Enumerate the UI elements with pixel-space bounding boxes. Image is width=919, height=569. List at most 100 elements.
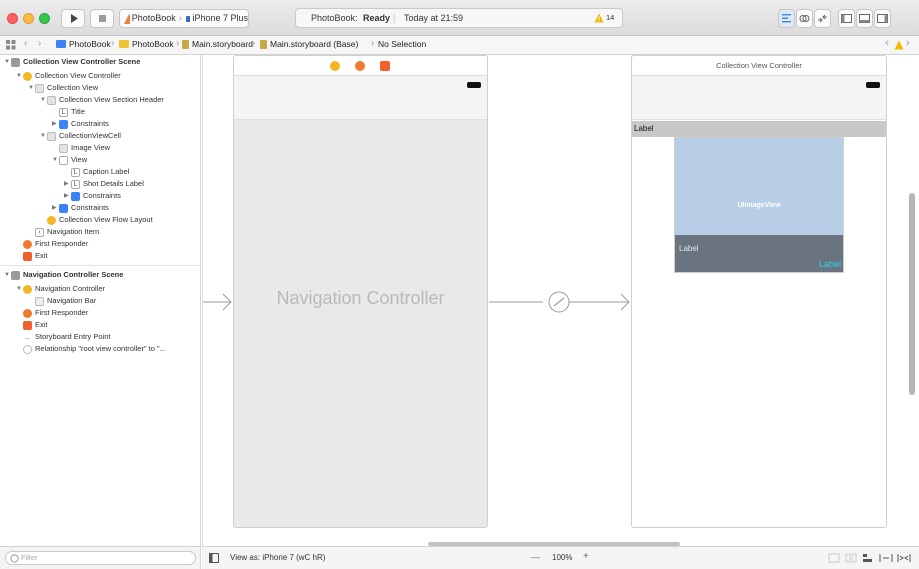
- outline-item[interactable]: Image View: [59, 142, 110, 154]
- standard-editor-button[interactable]: [778, 9, 795, 28]
- outline-item[interactable]: ‹ Navigation Item: [35, 226, 99, 238]
- update-frames-icon[interactable]: [828, 553, 840, 563]
- disclosure-triangle-icon[interactable]: ▼: [16, 283, 23, 295]
- toggle-debug-area-button[interactable]: [856, 9, 873, 28]
- outline-item[interactable]: Relationship "root view controller" to "…: [23, 343, 166, 355]
- navigation-item-icon: ‹: [35, 227, 44, 237]
- activity-viewer: PhotoBook: Ready | Today at 21:59 14: [295, 8, 623, 28]
- outline-item[interactable]: ▼ Navigation Controller: [16, 283, 105, 295]
- disclosure-triangle-icon[interactable]: ▼: [4, 56, 11, 68]
- section-header-label[interactable]: Label: [632, 121, 886, 137]
- version-editor-button[interactable]: [814, 9, 831, 28]
- breadcrumb-storyboard[interactable]: Main.storyboard: [182, 39, 253, 49]
- breadcrumb-group[interactable]: PhotoBook: [119, 39, 174, 49]
- storyboard-canvas[interactable]: Navigation Controller Collection View Co…: [202, 55, 919, 546]
- disclosure-triangle-icon[interactable]: ▼: [40, 130, 47, 142]
- run-button[interactable]: [61, 9, 85, 28]
- warning-indicator[interactable]: 14: [594, 12, 614, 23]
- entry-point-arrow[interactable]: [203, 291, 233, 313]
- activity-status: Ready: [363, 13, 391, 23]
- outline-item[interactable]: First Responder: [23, 238, 88, 250]
- disclosure-triangle-icon[interactable]: ▶: [64, 190, 71, 202]
- scheme-selector[interactable]: PhotoBook › iPhone 7 Plus: [119, 9, 249, 28]
- zoom-out-button[interactable]: —: [531, 552, 540, 562]
- assistant-editor-button[interactable]: [796, 9, 813, 28]
- outline-scene-navigation-controller[interactable]: ▼ Navigation Controller Scene: [4, 269, 123, 281]
- disclosure-triangle-icon[interactable]: ▶: [64, 178, 71, 190]
- scene-icon: [11, 57, 20, 67]
- outline-item[interactable]: L Title: [59, 106, 85, 118]
- section-header-icon: [47, 95, 56, 105]
- outline-item[interactable]: → Storyboard Entry Point: [23, 331, 110, 343]
- outline-item[interactable]: ▶ L Shot Details Label: [64, 178, 144, 190]
- outline-filter-field[interactable]: Filter: [5, 551, 196, 565]
- outline-item[interactable]: Navigation Bar: [35, 295, 96, 307]
- image-view[interactable]: UIImageView: [675, 138, 843, 235]
- disclosure-triangle-icon[interactable]: ▶: [52, 118, 59, 130]
- next-issue-icon[interactable]: ›: [906, 37, 910, 49]
- resolve-issues-icon[interactable]: [897, 553, 911, 563]
- disclosure-triangle-icon[interactable]: ▼: [40, 94, 47, 106]
- caption-overlay-view[interactable]: Label Label: [675, 235, 843, 272]
- outline-item[interactable]: First Responder: [23, 307, 88, 319]
- outline-item[interactable]: ▼ Collection View: [28, 82, 98, 94]
- related-items-grid-icon[interactable]: [6, 40, 16, 50]
- stop-button[interactable]: [90, 9, 114, 28]
- device-configuration-button[interactable]: View as: iPhone 7 (wC hR): [230, 553, 325, 562]
- outline-item[interactable]: ▼ CollectionViewCell: [40, 130, 121, 142]
- toggle-utilities-button[interactable]: [874, 9, 891, 28]
- breadcrumb-storyboard-base[interactable]: Main.storyboard (Base): [260, 39, 358, 49]
- navigation-bar[interactable]: [234, 76, 487, 120]
- canvas-vertical-scrollbar[interactable]: [909, 193, 915, 395]
- relationship-segue[interactable]: [489, 291, 631, 313]
- minimize-window-button[interactable]: [23, 13, 34, 24]
- view-controller-icon[interactable]: [330, 61, 340, 71]
- outline-item[interactable]: L Caption Label: [71, 166, 129, 178]
- activity-divider: |: [393, 13, 396, 23]
- disclosure-triangle-icon[interactable]: ▼: [16, 70, 23, 82]
- disclosure-triangle-icon[interactable]: ▶: [52, 202, 59, 214]
- outline-label: First Responder: [35, 239, 89, 248]
- close-window-button[interactable]: [7, 13, 18, 24]
- first-responder-icon[interactable]: [355, 61, 365, 71]
- disclosure-triangle-icon[interactable]: ▼: [28, 82, 35, 94]
- warning-count: 14: [606, 13, 615, 22]
- outline-item[interactable]: ▶ Constraints: [52, 118, 109, 130]
- outline-item[interactable]: ▼ View: [52, 154, 87, 166]
- navigation-bar[interactable]: [632, 76, 886, 120]
- warning-icon[interactable]: [894, 40, 904, 50]
- exit-icon[interactable]: [380, 61, 390, 71]
- navigation-controller-scene[interactable]: Navigation Controller: [233, 55, 488, 528]
- collection-view-controller-scene[interactable]: Collection View Controller Label UIImage…: [631, 55, 887, 528]
- embed-in-stack-icon[interactable]: [845, 553, 857, 563]
- outline-item[interactable]: Exit: [23, 319, 48, 331]
- zoom-window-button[interactable]: [39, 13, 50, 24]
- previous-issue-icon[interactable]: ‹: [885, 37, 889, 49]
- outline-item[interactable]: ▶ Constraints: [64, 190, 121, 202]
- breadcrumb-project[interactable]: PhotoBook: [56, 39, 111, 49]
- shot-details-label[interactable]: Label: [819, 259, 841, 269]
- breadcrumb-selection[interactable]: No Selection: [378, 39, 426, 49]
- toggle-outline-icon[interactable]: [209, 553, 219, 563]
- outline-item[interactable]: Exit: [23, 250, 48, 262]
- add-constraints-icon[interactable]: [879, 553, 893, 563]
- outline-item[interactable]: ▶ Constraints: [52, 202, 109, 214]
- storyboard-file-icon: [260, 39, 267, 49]
- align-left-icon: [782, 14, 791, 23]
- outline-item[interactable]: ▼ Collection View Controller: [16, 70, 121, 82]
- caption-label[interactable]: Label: [679, 244, 699, 253]
- disclosure-triangle-icon[interactable]: ▼: [4, 269, 11, 281]
- scene-title: Collection View Controller: [632, 56, 886, 76]
- zoom-in-button[interactable]: +: [583, 551, 589, 562]
- back-arrow-icon[interactable]: ‹: [24, 38, 27, 49]
- toggle-navigator-button[interactable]: [838, 9, 855, 28]
- outline-item[interactable]: Collection View Flow Layout: [47, 214, 153, 226]
- collection-view-cell[interactable]: UIImageView Label Label: [674, 137, 844, 273]
- disclosure-triangle-icon[interactable]: ▼: [52, 154, 59, 166]
- forward-arrow-icon[interactable]: ›: [38, 38, 41, 49]
- activity-app: PhotoBook:: [311, 13, 358, 23]
- filter-icon: [10, 554, 19, 563]
- align-icon[interactable]: [862, 553, 874, 563]
- outline-item[interactable]: ▼ Collection View Section Header: [40, 94, 164, 106]
- outline-scene-collection-view-controller[interactable]: ▼ Collection View Controller Scene: [4, 56, 140, 68]
